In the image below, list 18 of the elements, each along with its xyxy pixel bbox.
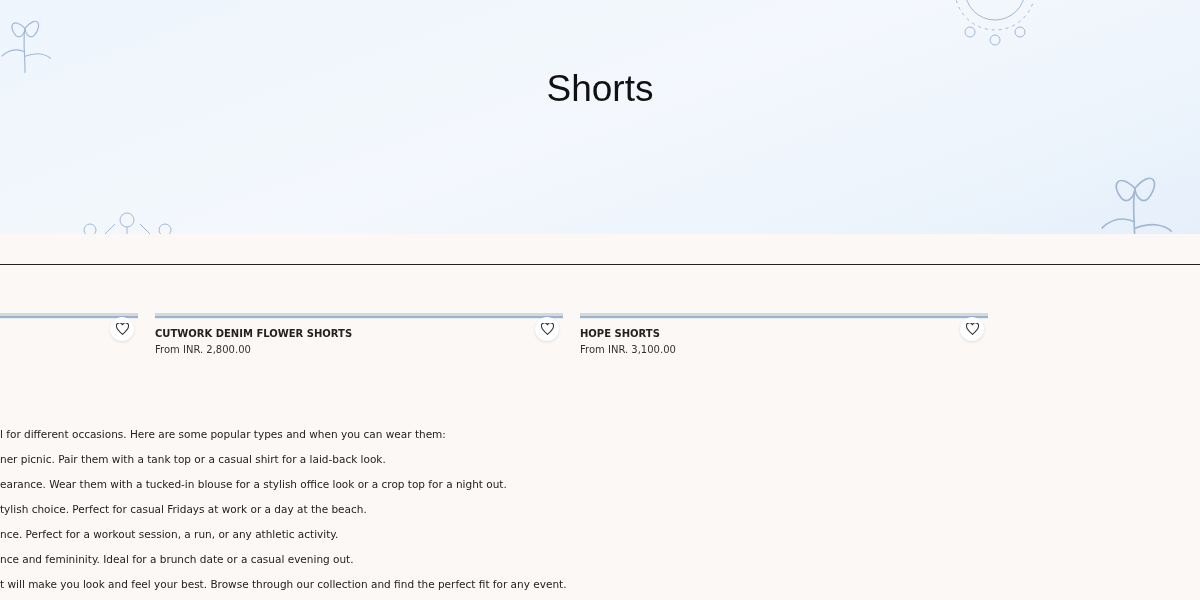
product-name[interactable]: HOPE SHORTS (580, 328, 988, 341)
product-price: From INR. 2,800.00 (155, 344, 252, 355)
wishlist-button[interactable] (110, 317, 134, 341)
heart-icon (540, 323, 554, 335)
product-price: From INR. 3,100.00 (580, 344, 677, 355)
product-name[interactable]: CUTWORK DENIM FLOWER SHORTS (155, 328, 563, 341)
description-text: nce. Perfect for a workout session, a run, or any athletic activity. (0, 527, 340, 542)
description-text: earance. Wear them with a tucked-in blouse for a stylish office look or a crop top for a night out. (0, 477, 508, 492)
heart-icon (965, 323, 979, 335)
description-text: ner picnic. Pair them with a tank top or a casual shirt for a laid-back look. (0, 452, 387, 467)
wishlist-button[interactable] (535, 317, 559, 341)
description-text: t will make you look and feel your best. Browse through our collection and find the perfect fit for any event. (0, 577, 568, 592)
description-text: tylish choice. Perfect for casual Fridays at work or a day at the beach. (0, 502, 368, 517)
description-text: nce and femininity. Ideal for a brunch date or a casual evening out. (0, 552, 355, 567)
heart-icon (115, 323, 129, 335)
description-text: l for different occasions. Here are some popular types and when you can wear them: (0, 427, 447, 442)
wishlist-button[interactable] (960, 317, 984, 341)
page-title: Shorts (546, 68, 654, 111)
